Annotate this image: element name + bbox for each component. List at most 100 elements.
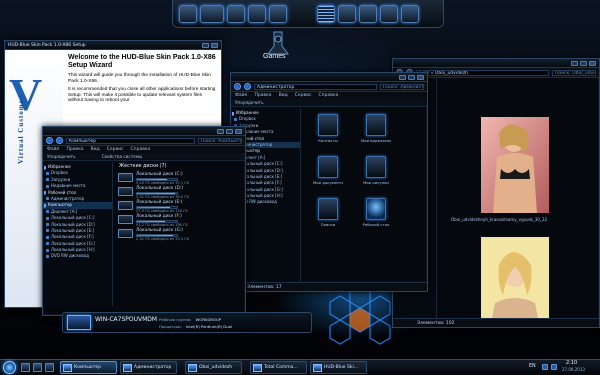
organize-button[interactable]: Упорядочить bbox=[47, 154, 76, 159]
computer-body: Избранное Dropbox Загрузки Недавние мест… bbox=[43, 162, 245, 306]
hard-drive-icon bbox=[118, 215, 133, 224]
menu-file[interactable]: Файл bbox=[235, 93, 247, 98]
address-bar: Администратор Поиск: Администратор bbox=[231, 82, 427, 92]
drive-f-row[interactable]: Локальный диск (F:) 53,2 ГБ свободно из … bbox=[115, 213, 245, 227]
address-bar: Компьютер Поиск: Компьютер bbox=[43, 136, 245, 146]
drive-content: Жесткие диски (7) Локальный диск (C:) 9,… bbox=[115, 162, 245, 306]
drive-c-row[interactable]: Локальный диск (C:) 9,45 ГБ свободно из … bbox=[115, 171, 245, 185]
tile-label: Контакты bbox=[318, 138, 338, 143]
folder-tile[interactable]: Мои документы bbox=[313, 156, 343, 188]
folder-icon[interactable] bbox=[227, 4, 245, 23]
settings-icon[interactable] bbox=[338, 4, 356, 23]
documents-folder-icon bbox=[318, 156, 338, 178]
taskbar-item-photos[interactable]: Oboi_udvidezh bbox=[185, 361, 242, 374]
search-input[interactable]: Поиск: Администратор bbox=[380, 83, 424, 90]
media-icon[interactable] bbox=[269, 4, 287, 23]
folder-icon bbox=[188, 364, 197, 372]
language-indicator[interactable]: EN bbox=[529, 364, 536, 369]
cpu-label: Процессор: bbox=[159, 324, 182, 329]
clock-time[interactable]: 2:10 bbox=[566, 360, 577, 366]
taskbar-item-admin[interactable]: Администратор bbox=[120, 361, 177, 374]
tile-label: Мои рисунки bbox=[363, 180, 389, 185]
admin-titlebar[interactable] bbox=[231, 73, 427, 82]
hard-drives-group-header[interactable]: Жесткие диски (7) bbox=[115, 162, 245, 171]
drive-name: Локальный диск (D:) bbox=[136, 186, 183, 191]
search-input[interactable]: Поиск: Компьютер bbox=[198, 137, 242, 144]
menu-help[interactable]: Справка bbox=[131, 147, 151, 152]
back-button[interactable] bbox=[46, 137, 53, 144]
minimize-button[interactable] bbox=[571, 60, 578, 66]
back-button[interactable] bbox=[234, 83, 241, 90]
drive-name: Локальный диск (G:) bbox=[136, 228, 183, 233]
computer-icon bbox=[63, 364, 72, 372]
drive-d-row[interactable]: Локальный диск (D:) 2,31 ГБ свободно из … bbox=[115, 185, 245, 199]
address-field[interactable]: Girls » Oboi_udvidezh bbox=[416, 69, 549, 76]
monitor-icon[interactable] bbox=[200, 4, 224, 23]
drive-name: Локальный диск (F:) bbox=[136, 214, 182, 219]
globe-icon[interactable] bbox=[359, 4, 377, 23]
browser-icon[interactable] bbox=[33, 363, 42, 372]
minimize-button[interactable] bbox=[399, 74, 406, 80]
computer-icon[interactable] bbox=[179, 4, 197, 23]
system-info-panel: WIN-CA7SPOUVMDM Рабочая группа: WORKGROUP… bbox=[62, 312, 312, 333]
task-label: Компьютер bbox=[74, 365, 101, 370]
task-label: Oboi_udvidezh bbox=[199, 365, 233, 370]
folder-icon bbox=[123, 364, 132, 372]
menu-tools[interactable]: Сервис bbox=[107, 147, 124, 152]
menu-edit[interactable]: Правка bbox=[66, 147, 83, 152]
drive-e-row[interactable]: Локальный диск (E:) 27,5 ГБ свободно из … bbox=[115, 199, 245, 213]
address-field[interactable]: Компьютер bbox=[66, 137, 195, 144]
hard-drive-icon bbox=[118, 229, 133, 238]
menu-view[interactable]: Вид bbox=[91, 147, 100, 152]
sidebar-item-dvd[interactable]: DVD RW дисковод bbox=[43, 253, 112, 259]
audio-icon[interactable] bbox=[401, 4, 419, 23]
close-button[interactable] bbox=[417, 74, 424, 80]
setup-titlebar[interactable]: HUD-Blue Skin Pack 1.0-X86 Setup bbox=[5, 41, 221, 50]
volume-tray-icon[interactable] bbox=[551, 364, 557, 370]
address-field[interactable]: Администратор bbox=[254, 83, 377, 90]
folder-tile[interactable]: Мои рисунки bbox=[361, 156, 391, 188]
start-button[interactable] bbox=[3, 361, 16, 374]
organize-button[interactable]: Упорядочить bbox=[235, 100, 264, 105]
minimize-button[interactable] bbox=[217, 128, 224, 134]
computer-titlebar[interactable] bbox=[43, 127, 245, 136]
network-tray-icon[interactable] bbox=[542, 364, 548, 370]
document-stack-icon[interactable] bbox=[317, 4, 335, 23]
search-input[interactable]: Поиск: Oboi_udvidezh bbox=[552, 69, 596, 76]
menu-help[interactable]: Справка bbox=[319, 93, 339, 98]
maximize-button[interactable] bbox=[226, 128, 233, 134]
show-desktop-icon[interactable] bbox=[21, 363, 30, 372]
system-properties-button[interactable]: Свойства системы bbox=[102, 154, 143, 159]
menu-tools[interactable]: Сервис bbox=[295, 93, 312, 98]
folder-tile[interactable]: Мои видеозаписи bbox=[361, 114, 391, 146]
close-button[interactable] bbox=[211, 42, 218, 48]
taskbar-item-setup[interactable]: HUD-Blue Ski... bbox=[310, 361, 367, 374]
folder-tile[interactable]: Контакты bbox=[313, 114, 343, 146]
admin-explorer-window[interactable]: Администратор Поиск: Администратор Файл … bbox=[230, 72, 428, 292]
close-button[interactable] bbox=[235, 128, 242, 134]
folder-tile[interactable]: Поиски bbox=[313, 198, 343, 230]
menu-edit[interactable]: Правка bbox=[254, 93, 271, 98]
folder-tile[interactable]: Рабочий стол bbox=[361, 198, 391, 230]
forward-button[interactable] bbox=[244, 83, 251, 90]
photo-thumbnail-1[interactable] bbox=[481, 117, 549, 213]
folder-icon[interactable] bbox=[45, 363, 54, 372]
drive-g-row[interactable]: Локальный диск (G:) 2,31 ГБ свободно из … bbox=[115, 227, 245, 241]
games-label[interactable]: Games bbox=[263, 53, 286, 60]
photo-thumbnail-2[interactable] bbox=[481, 237, 549, 323]
forward-button[interactable] bbox=[56, 137, 63, 144]
photos-titlebar[interactable] bbox=[393, 59, 599, 68]
minimize-button[interactable] bbox=[202, 42, 209, 48]
caption-buttons bbox=[202, 42, 218, 48]
close-button[interactable] bbox=[589, 60, 596, 66]
computer-explorer-window[interactable]: Компьютер Поиск: Компьютер Файл Правка В… bbox=[42, 126, 246, 316]
clock-date[interactable]: 27.09.2013 bbox=[562, 367, 585, 372]
recycle-bin-icon[interactable] bbox=[380, 4, 398, 23]
maximize-button[interactable] bbox=[408, 74, 415, 80]
taskbar-item-total-commander[interactable]: Total Comma... bbox=[250, 361, 307, 374]
taskbar-item-computer[interactable]: Компьютер bbox=[60, 361, 117, 374]
menu-view[interactable]: Вид bbox=[279, 93, 288, 98]
menu-file[interactable]: Файл bbox=[47, 147, 59, 152]
network-icon[interactable] bbox=[248, 4, 266, 23]
maximize-button[interactable] bbox=[580, 60, 587, 66]
